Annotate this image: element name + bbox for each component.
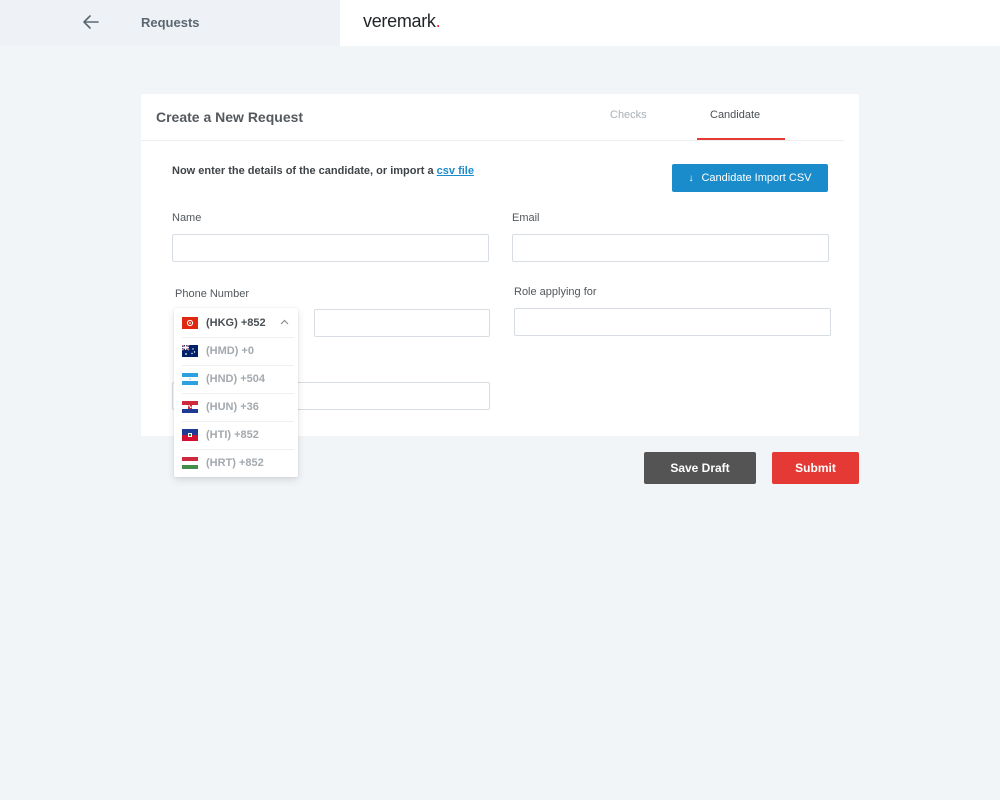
- divider: [141, 140, 844, 141]
- dropdown-option[interactable]: (HKG) +852: [174, 309, 298, 337]
- name-label: Name: [172, 212, 202, 224]
- candidate-import-csv-button[interactable]: ↓ Candidate Import CSV: [672, 164, 828, 192]
- submit-button[interactable]: Submit: [772, 452, 859, 484]
- dropdown-option[interactable]: (HTI) +852: [174, 421, 298, 449]
- heard-mcdonald-flag-icon: [182, 345, 198, 357]
- phone-number-input[interactable]: [314, 309, 490, 337]
- download-arrow-icon: ↓: [688, 172, 694, 184]
- csv-file-link[interactable]: csv file: [437, 165, 474, 177]
- page-title: Requests: [141, 15, 200, 30]
- top-nav: Requests: [0, 0, 340, 46]
- chevron-up-icon[interactable]: [280, 319, 289, 325]
- croatia-flag-icon: [182, 457, 198, 469]
- country-code-dropdown[interactable]: (HKG) +852 (HMD) +0 (HND) +504 (HUN) +36…: [174, 308, 298, 477]
- intro-text: Now enter the details of the candidate, …: [172, 165, 474, 177]
- dropdown-option[interactable]: (HUN) +36: [174, 393, 298, 421]
- arrow-left-icon[interactable]: [80, 12, 102, 32]
- dropdown-option[interactable]: (HND) +504: [174, 365, 298, 393]
- dropdown-option[interactable]: (HRT) +852: [174, 449, 298, 477]
- tab-candidate[interactable]: Candidate: [710, 109, 760, 121]
- dropdown-option[interactable]: (HMD) +0: [174, 337, 298, 365]
- hungary-flag-icon: [182, 401, 198, 413]
- email-input[interactable]: [512, 234, 829, 262]
- logo: veremark.: [363, 11, 441, 31]
- card-title: Create a New Request: [156, 109, 304, 125]
- tab-checks[interactable]: Checks: [610, 109, 647, 121]
- hong-kong-flag-icon: [182, 317, 198, 329]
- name-input[interactable]: [172, 234, 489, 262]
- save-draft-button[interactable]: Save Draft: [644, 452, 756, 484]
- brand-bar: veremark.: [340, 0, 1000, 46]
- haiti-flag-icon: [182, 429, 198, 441]
- role-input[interactable]: [514, 308, 831, 336]
- role-label: Role applying for: [514, 286, 597, 298]
- phone-number-label: Phone Number: [175, 288, 249, 300]
- honduras-flag-icon: [182, 373, 198, 385]
- email-label: Email: [512, 212, 540, 224]
